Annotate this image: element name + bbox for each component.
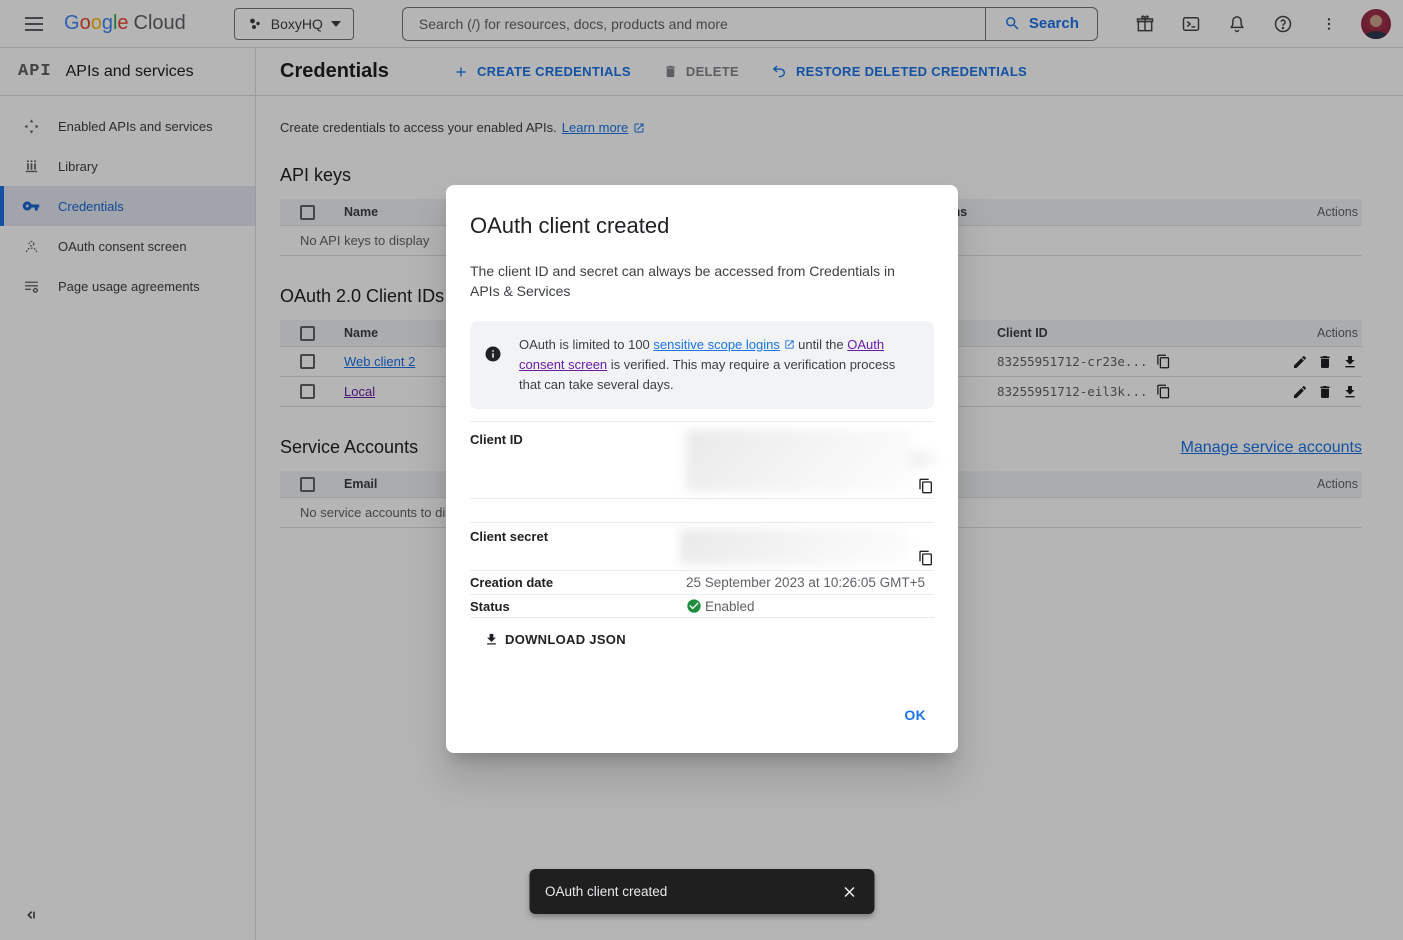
client-id-value-redacted [686, 432, 934, 498]
info-banner-text: OAuth is limited to 100 sensitive scope … [519, 335, 918, 395]
client-details: Client ID Client secret Creation date 25… [470, 421, 934, 618]
status-value: Enabled [705, 599, 755, 614]
sensitive-scope-logins-link[interactable]: sensitive scope logins [653, 337, 779, 352]
status-row: Status Enabled [470, 594, 934, 618]
copy-client-secret-icon[interactable] [918, 550, 934, 566]
gcp-console: Google Cloud BoxyHQ Search [0, 0, 1403, 940]
info-text-pre: OAuth is limited to 100 [519, 337, 653, 352]
external-link-icon [784, 339, 795, 350]
snackbar: OAuth client created [529, 869, 874, 914]
client-secret-row: Client secret [470, 522, 934, 570]
check-circle-icon [686, 598, 702, 614]
info-icon [484, 345, 502, 363]
copy-client-id-icon[interactable] [918, 478, 934, 494]
creation-date-value: 25 September 2023 at 10:26:05 GMT+5 [686, 575, 934, 590]
client-id-label: Client ID [470, 432, 686, 498]
download-json-label: DOWNLOAD JSON [505, 632, 626, 647]
creation-date-label: Creation date [470, 575, 686, 590]
info-banner: OAuth is limited to 100 sensitive scope … [470, 321, 934, 409]
oauth-client-created-dialog: OAuth client created The client ID and s… [446, 185, 958, 753]
dialog-body-text: The client ID and secret can always be a… [470, 261, 910, 301]
client-id-row: Client ID [470, 421, 934, 498]
client-secret-value-redacted [686, 529, 934, 570]
ok-button[interactable]: OK [896, 701, 934, 729]
redacted-blur [686, 430, 912, 492]
redacted-blur [910, 452, 938, 468]
status-label: Status [470, 599, 686, 614]
download-icon [484, 632, 499, 647]
creation-date-row: Creation date 25 September 2023 at 10:26… [470, 570, 934, 594]
dialog-title: OAuth client created [470, 213, 934, 239]
redacted-blur [680, 529, 908, 565]
info-text-mid: until the [795, 337, 848, 352]
snackbar-message: OAuth client created [545, 884, 667, 899]
empty-row [470, 498, 934, 522]
client-secret-label: Client secret [470, 529, 686, 570]
close-icon[interactable] [840, 883, 858, 901]
download-json-button[interactable]: DOWNLOAD JSON [484, 632, 626, 647]
